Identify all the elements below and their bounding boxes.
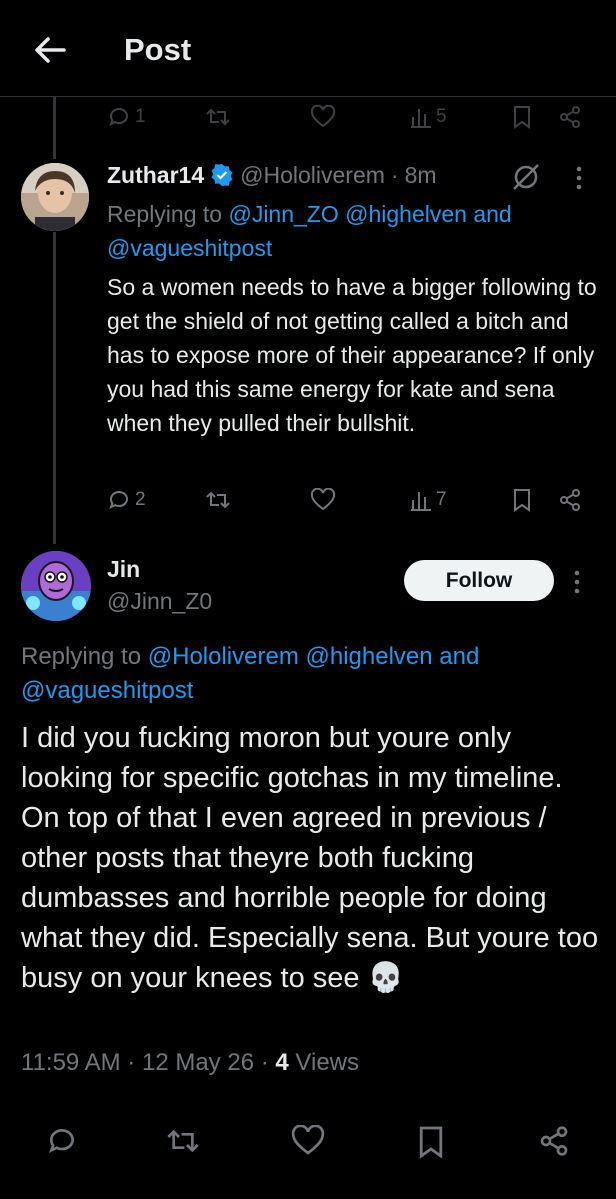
repost-icon (205, 105, 231, 129)
post-time: 8m (404, 161, 437, 188)
reply-text: So a women needs to have a bigger follow… (107, 274, 597, 436)
reply-count: 1 (135, 106, 146, 127)
views-action[interactable]: 5 (410, 103, 447, 131)
thread-line (53, 232, 56, 544)
share-icon (558, 105, 582, 129)
more-icon[interactable] (574, 164, 584, 192)
reply-action[interactable]: 1 (107, 103, 146, 131)
author-name[interactable]: Jin (107, 556, 140, 583)
verified-icon (210, 163, 234, 187)
reply-action[interactable]: 2 (107, 488, 146, 512)
views-count: 4 (275, 1049, 289, 1076)
post-meta: 11:59 AM · 12 May 26 · 4 Views (21, 1049, 359, 1077)
reply-icon[interactable] (46, 1125, 78, 1157)
like-action[interactable] (310, 103, 336, 131)
share-action[interactable] (558, 103, 582, 131)
post-time: 11:59 AM (21, 1049, 121, 1076)
more-icon[interactable] (572, 568, 582, 596)
share-action[interactable] (558, 488, 582, 512)
reply-count: 2 (135, 489, 146, 510)
repost-action[interactable] (205, 103, 231, 131)
avatar[interactable] (21, 163, 89, 231)
repost-icon (205, 488, 231, 512)
views-label[interactable]: Views (295, 1049, 359, 1076)
like-icon[interactable] (290, 1125, 326, 1157)
like-icon (310, 488, 336, 512)
reply-icon (107, 488, 131, 512)
replying-prefix: Replying to (107, 201, 223, 227)
views-count: 7 (436, 489, 447, 510)
views-icon (410, 488, 432, 512)
bookmark-icon (512, 488, 532, 512)
top-app-bar (0, 0, 616, 97)
replying-to: Replying to @Jinn_ZO @highelven and @vag… (107, 197, 602, 265)
views-icon (410, 105, 432, 129)
replying-to: Replying to @Hololiverem @highelven and … (21, 640, 601, 708)
bookmark-icon[interactable] (417, 1125, 445, 1159)
follow-button[interactable]: Follow (404, 560, 554, 601)
like-action[interactable] (310, 488, 336, 512)
replying-prefix: Replying to (21, 643, 142, 670)
author-name[interactable]: Zuthar14 (107, 162, 204, 189)
thread-line (53, 97, 56, 159)
author-handle[interactable]: @Hololiverem (240, 162, 385, 189)
repost-icon[interactable] (165, 1125, 201, 1157)
views-action[interactable]: 7 (410, 488, 447, 512)
author-handle[interactable]: @Jinn_Z0 (107, 588, 212, 615)
page-title: Post (124, 32, 192, 67)
repost-action[interactable] (205, 488, 231, 512)
bookmark-action[interactable] (512, 103, 532, 131)
separator: · (127, 1049, 136, 1076)
share-icon (558, 488, 582, 512)
grok-icon[interactable] (510, 162, 542, 192)
reply-author-line: Zuthar14 @Hololiverem · 8m (107, 160, 437, 190)
bookmark-action[interactable] (512, 488, 532, 512)
post-text: I did you fucking moron but youre only l… (21, 722, 599, 994)
views-count: 5 (436, 106, 447, 127)
bookmark-icon (512, 105, 532, 129)
share-icon[interactable] (538, 1125, 570, 1157)
back-arrow-icon[interactable] (30, 30, 70, 70)
separator: · (260, 1049, 269, 1076)
post-date: 12 May 26 (141, 1049, 255, 1076)
reply-icon (107, 105, 131, 129)
like-icon (310, 105, 336, 129)
separator: · (390, 161, 399, 188)
avatar[interactable] (21, 551, 91, 621)
